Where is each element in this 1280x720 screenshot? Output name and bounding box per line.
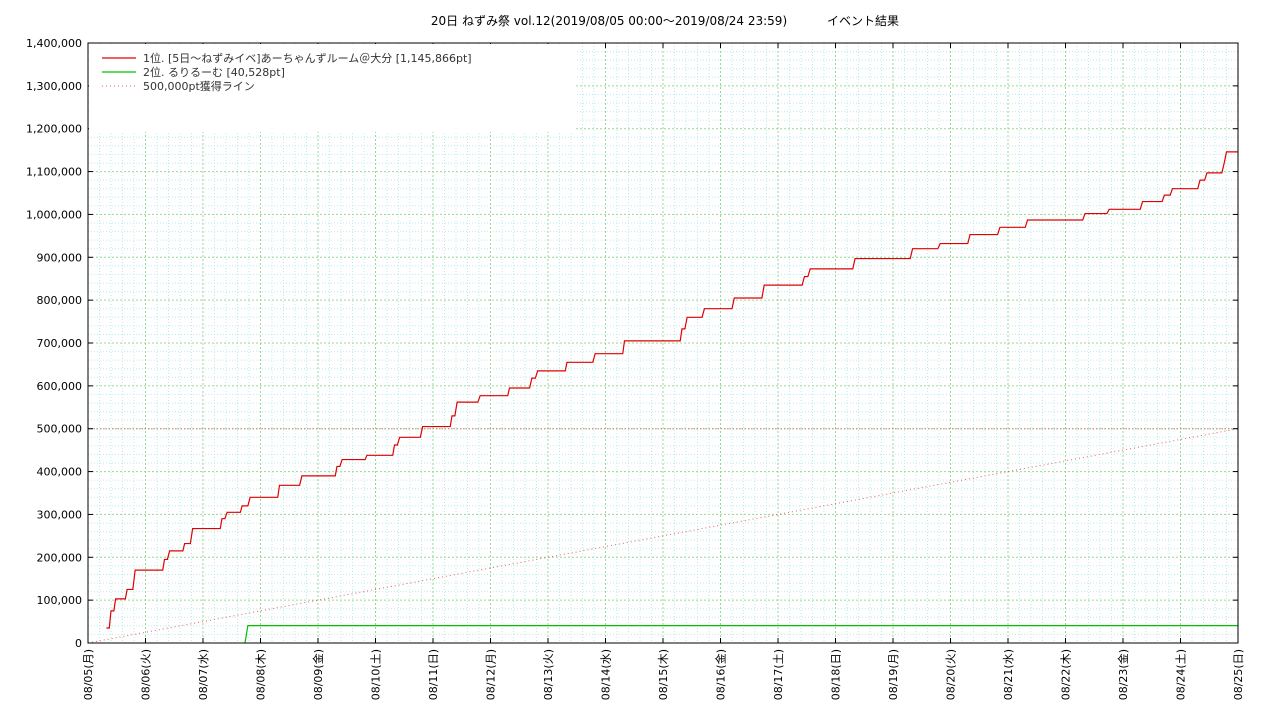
- y-tick-label: 200,000: [37, 551, 83, 564]
- series-line-1: [106, 151, 1238, 629]
- legend-label-3: 500,000pt獲得ライン: [143, 80, 255, 93]
- y-tick-label: 0: [75, 637, 82, 650]
- series-lines: [87, 151, 1239, 644]
- legend: 1位. [5日〜ねずみイベ]あーちゃんずルーム＠大分 [1,145,866pt]…: [89, 44, 575, 132]
- y-tick-label: 1,400,000: [26, 37, 82, 50]
- grid: [87, 42, 1239, 644]
- x-tick-label: 08/23(金): [1116, 649, 1130, 700]
- x-tick-label: 08/10(土): [370, 649, 383, 700]
- x-tick-label: 08/12(月): [485, 649, 498, 700]
- y-tick-label: 1,000,000: [26, 208, 82, 221]
- line-chart: 20日 ねずみ祭 vol.12(2019/08/05 00:00〜2019/08…: [26, 14, 1245, 700]
- x-tick-label: 08/21(水): [1002, 649, 1015, 700]
- x-tick-label: 08/14(水): [600, 649, 613, 700]
- x-tick-label: 08/09(金): [311, 649, 325, 700]
- y-tick-label: 100,000: [37, 594, 83, 607]
- x-tick-label: 08/19(月): [887, 649, 900, 700]
- y-tick-label: 300,000: [37, 508, 83, 521]
- legend-label-2: 2位. るりるーむ [40,528pt]: [143, 65, 285, 79]
- x-tick-label: 08/06(火): [140, 649, 153, 700]
- y-tick-label: 900,000: [37, 251, 83, 264]
- y-tick-label: 600,000: [37, 380, 83, 393]
- x-tick-label: 08/05(月): [82, 649, 95, 700]
- x-tick-label: 08/13(火): [542, 649, 555, 700]
- x-tick-label: 08/11(日): [427, 649, 440, 700]
- x-tick-label: 08/07(水): [197, 649, 210, 700]
- x-tick-label: 08/15(木): [657, 649, 670, 700]
- x-tick-label: 08/24(土): [1175, 649, 1188, 700]
- x-tick-label: 08/16(金): [714, 649, 728, 700]
- x-tick-label: 08/08(木): [255, 649, 268, 700]
- y-tick-label: 800,000: [37, 294, 83, 307]
- series-line-2: [244, 625, 1238, 644]
- y-tick-label: 1,100,000: [26, 166, 82, 179]
- chart-container: 20日 ねずみ祭 vol.12(2019/08/05 00:00〜2019/08…: [0, 0, 1280, 720]
- chart-subtitle: イベント結果: [827, 14, 899, 28]
- y-tick-label: 400,000: [37, 466, 83, 479]
- y-tick-label: 1,200,000: [26, 123, 82, 136]
- y-tick-label: 500,000: [37, 423, 83, 436]
- x-tick-label: 08/20(火): [945, 649, 958, 700]
- y-tick-label: 1,300,000: [26, 80, 82, 93]
- y-tick-label: 700,000: [37, 337, 83, 350]
- x-tick-label: 08/18(日): [830, 649, 843, 700]
- x-tick-label: 08/17(土): [772, 649, 785, 700]
- legend-label-1: 1位. [5日〜ねずみイベ]あーちゃんずルーム＠大分 [1,145,866pt]: [143, 51, 472, 65]
- x-tick-label: 08/22(木): [1060, 649, 1073, 700]
- x-tick-label: 08/25(日): [1232, 649, 1245, 700]
- chart-title: 20日 ねずみ祭 vol.12(2019/08/05 00:00〜2019/08…: [431, 14, 787, 28]
